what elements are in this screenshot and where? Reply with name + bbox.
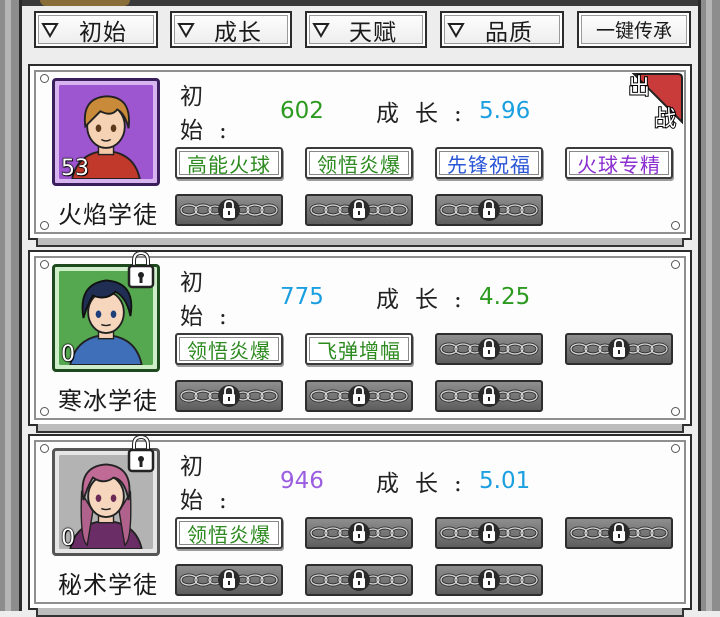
top-decor-strip bbox=[0, 0, 720, 6]
stat-row: 初始: 775 成长: 4.25 bbox=[180, 270, 531, 330]
locked-skill-slot[interactable] bbox=[175, 564, 283, 596]
locked-skill-slot[interactable] bbox=[565, 517, 673, 549]
chain-lock-icon bbox=[309, 569, 409, 591]
locked-skill-slot[interactable] bbox=[175, 380, 283, 412]
filter-tab-growth[interactable]: 成长 bbox=[170, 11, 292, 48]
hero-name: 寒冰学徒 bbox=[58, 387, 158, 415]
skill-slot[interactable]: 领悟炎爆 bbox=[305, 147, 413, 179]
locked-skill-slot[interactable] bbox=[435, 517, 543, 549]
rivet bbox=[671, 407, 680, 416]
growth-value: 5.01 bbox=[479, 468, 531, 494]
locked-skill-slot[interactable] bbox=[435, 194, 543, 226]
chain-lock-icon bbox=[569, 522, 669, 544]
locked-skill-slot[interactable] bbox=[435, 333, 543, 365]
chain-lock-icon bbox=[179, 199, 279, 221]
skill-slot[interactable]: 先锋祝福 bbox=[435, 147, 543, 179]
chain-lock-icon bbox=[569, 338, 669, 360]
deployed-badge-char: 出 bbox=[628, 75, 650, 100]
skill-slot[interactable]: 领悟炎爆 bbox=[175, 517, 283, 549]
initial-label: 初始: bbox=[180, 454, 243, 514]
hero-level: 0 bbox=[61, 342, 76, 368]
growth-label: 成长: bbox=[376, 287, 478, 313]
rivet bbox=[40, 444, 49, 453]
chain-lock-icon bbox=[439, 522, 539, 544]
rivet bbox=[40, 260, 49, 269]
stat-row: 初始: 946 成长: 5.01 bbox=[180, 454, 531, 514]
filter-tab-label: 品质 bbox=[485, 19, 533, 46]
locked-skill-slot[interactable] bbox=[435, 380, 543, 412]
lock-icon[interactable] bbox=[125, 434, 157, 474]
chain-lock-icon bbox=[309, 385, 409, 407]
locked-skill-slot[interactable] bbox=[305, 517, 413, 549]
hero-card-arcane[interactable]: 0 秘术学徒 初始: 946 成长: 5.01 领悟炎爆 bbox=[28, 434, 692, 617]
initial-value: 946 bbox=[280, 468, 324, 494]
dropdown-triangle-icon bbox=[36, 22, 64, 38]
filter-tab-label: 天赋 bbox=[349, 19, 397, 46]
hero-level: 0 bbox=[61, 526, 76, 552]
locked-skill-slot[interactable] bbox=[305, 380, 413, 412]
locked-skill-slot[interactable] bbox=[565, 333, 673, 365]
locked-skill-slot[interactable] bbox=[305, 564, 413, 596]
rivet bbox=[671, 444, 680, 453]
skill-slot[interactable]: 飞弹增幅 bbox=[305, 333, 413, 365]
filter-tab-initial[interactable]: 初始 bbox=[34, 11, 158, 48]
dropdown-triangle-icon bbox=[442, 22, 470, 38]
chain-lock-icon bbox=[309, 522, 409, 544]
hero-name: 秘术学徒 bbox=[58, 571, 158, 599]
filter-tab-label: 初始 bbox=[79, 19, 127, 46]
locked-skill-slot[interactable] bbox=[435, 564, 543, 596]
hero-card-ice[interactable]: 0 寒冰学徒 初始: 775 成长: 4.25 领悟炎爆 飞弹增幅 bbox=[28, 250, 692, 433]
initial-label: 初始: bbox=[180, 270, 243, 330]
deployed-badge-char: 战 bbox=[654, 107, 676, 132]
chain-lock-icon bbox=[439, 569, 539, 591]
lock-icon[interactable] bbox=[125, 250, 157, 290]
rivet bbox=[671, 221, 680, 230]
dropdown-triangle-icon bbox=[307, 22, 335, 38]
deployed-badge: 出 战 bbox=[627, 73, 683, 133]
hero-card-fire[interactable]: 53 火焰学徒 初始: 602 成长: 5.96 高能火球 领悟炎爆 先锋祝福 … bbox=[28, 64, 692, 247]
left-frame bbox=[0, 0, 22, 611]
chain-lock-icon bbox=[309, 199, 409, 221]
skill-slot[interactable]: 领悟炎爆 bbox=[175, 333, 283, 365]
locked-skill-slot[interactable] bbox=[305, 194, 413, 226]
growth-label: 成长: bbox=[376, 471, 478, 497]
growth-value: 4.25 bbox=[479, 284, 531, 310]
stat-row: 初始: 602 成长: 5.96 bbox=[180, 84, 531, 144]
chain-lock-icon bbox=[439, 385, 539, 407]
initial-label: 初始: bbox=[180, 84, 243, 144]
skill-slot[interactable]: 高能火球 bbox=[175, 147, 283, 179]
growth-value: 5.96 bbox=[479, 98, 531, 124]
dropdown-triangle-icon bbox=[172, 22, 200, 38]
rivet bbox=[40, 74, 49, 83]
hero-name: 火焰学徒 bbox=[58, 201, 158, 229]
one-click-inherit-button[interactable]: 一键传承 bbox=[577, 11, 691, 48]
chain-lock-icon bbox=[179, 385, 279, 407]
chain-lock-icon bbox=[439, 338, 539, 360]
hero-level: 53 bbox=[61, 156, 90, 182]
chain-lock-icon bbox=[439, 199, 539, 221]
right-frame bbox=[698, 0, 720, 611]
filter-tab-label: 成长 bbox=[214, 19, 262, 46]
growth-label: 成长: bbox=[376, 101, 478, 127]
filter-tab-talent[interactable]: 天赋 bbox=[305, 11, 427, 48]
skill-slot[interactable]: 火球专精 bbox=[565, 147, 673, 179]
filter-tab-quality[interactable]: 品质 bbox=[440, 11, 564, 48]
initial-value: 775 bbox=[280, 284, 324, 310]
hero-portrait[interactable]: 53 bbox=[52, 78, 160, 186]
locked-skill-slot[interactable] bbox=[175, 194, 283, 226]
rivet bbox=[671, 260, 680, 269]
chain-lock-icon bbox=[179, 569, 279, 591]
inherit-button-label: 一键传承 bbox=[595, 20, 672, 42]
initial-value: 602 bbox=[280, 98, 324, 124]
